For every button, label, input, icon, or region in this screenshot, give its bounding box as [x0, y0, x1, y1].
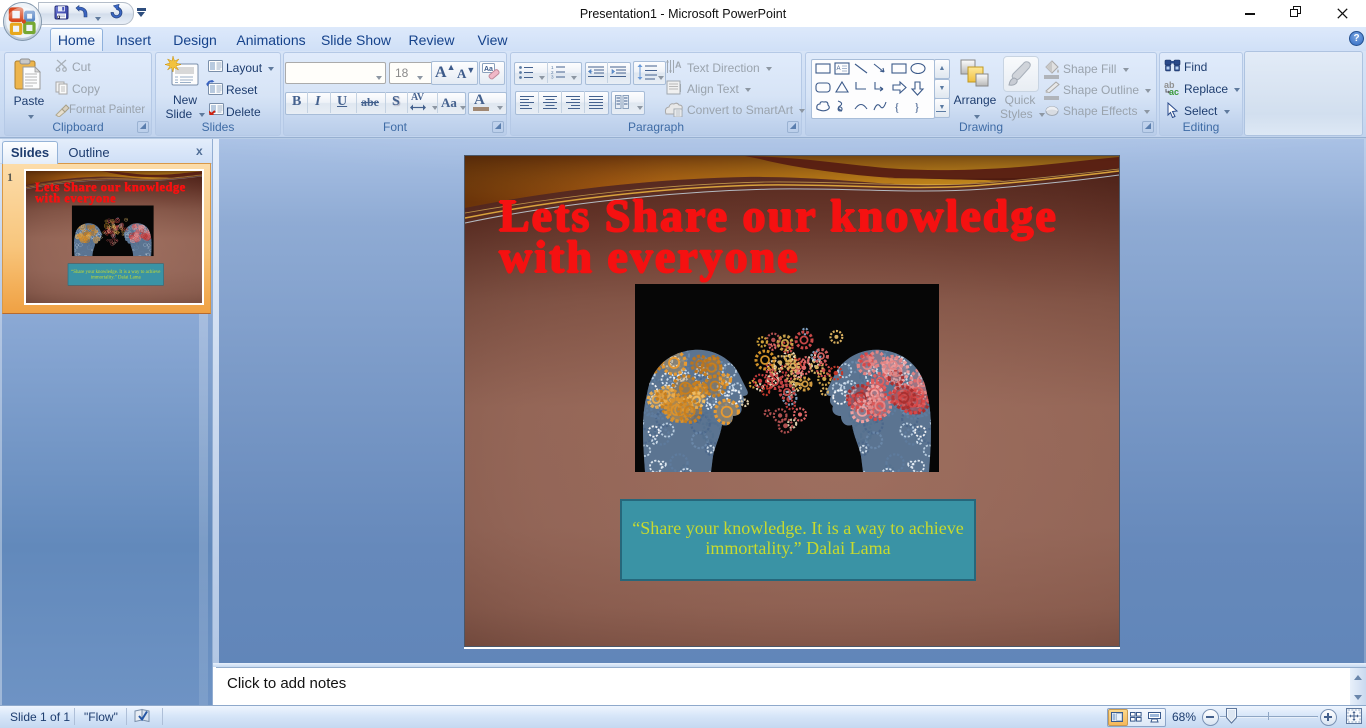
- svg-text:ac: ac: [1169, 87, 1179, 96]
- svg-text:A: A: [837, 66, 841, 72]
- svg-text:}: }: [914, 100, 920, 114]
- svg-text:{: {: [894, 100, 900, 114]
- svg-text:3: 3: [551, 75, 554, 80]
- svg-text:Aa: Aa: [484, 66, 493, 73]
- svg-text:A: A: [675, 60, 682, 70]
